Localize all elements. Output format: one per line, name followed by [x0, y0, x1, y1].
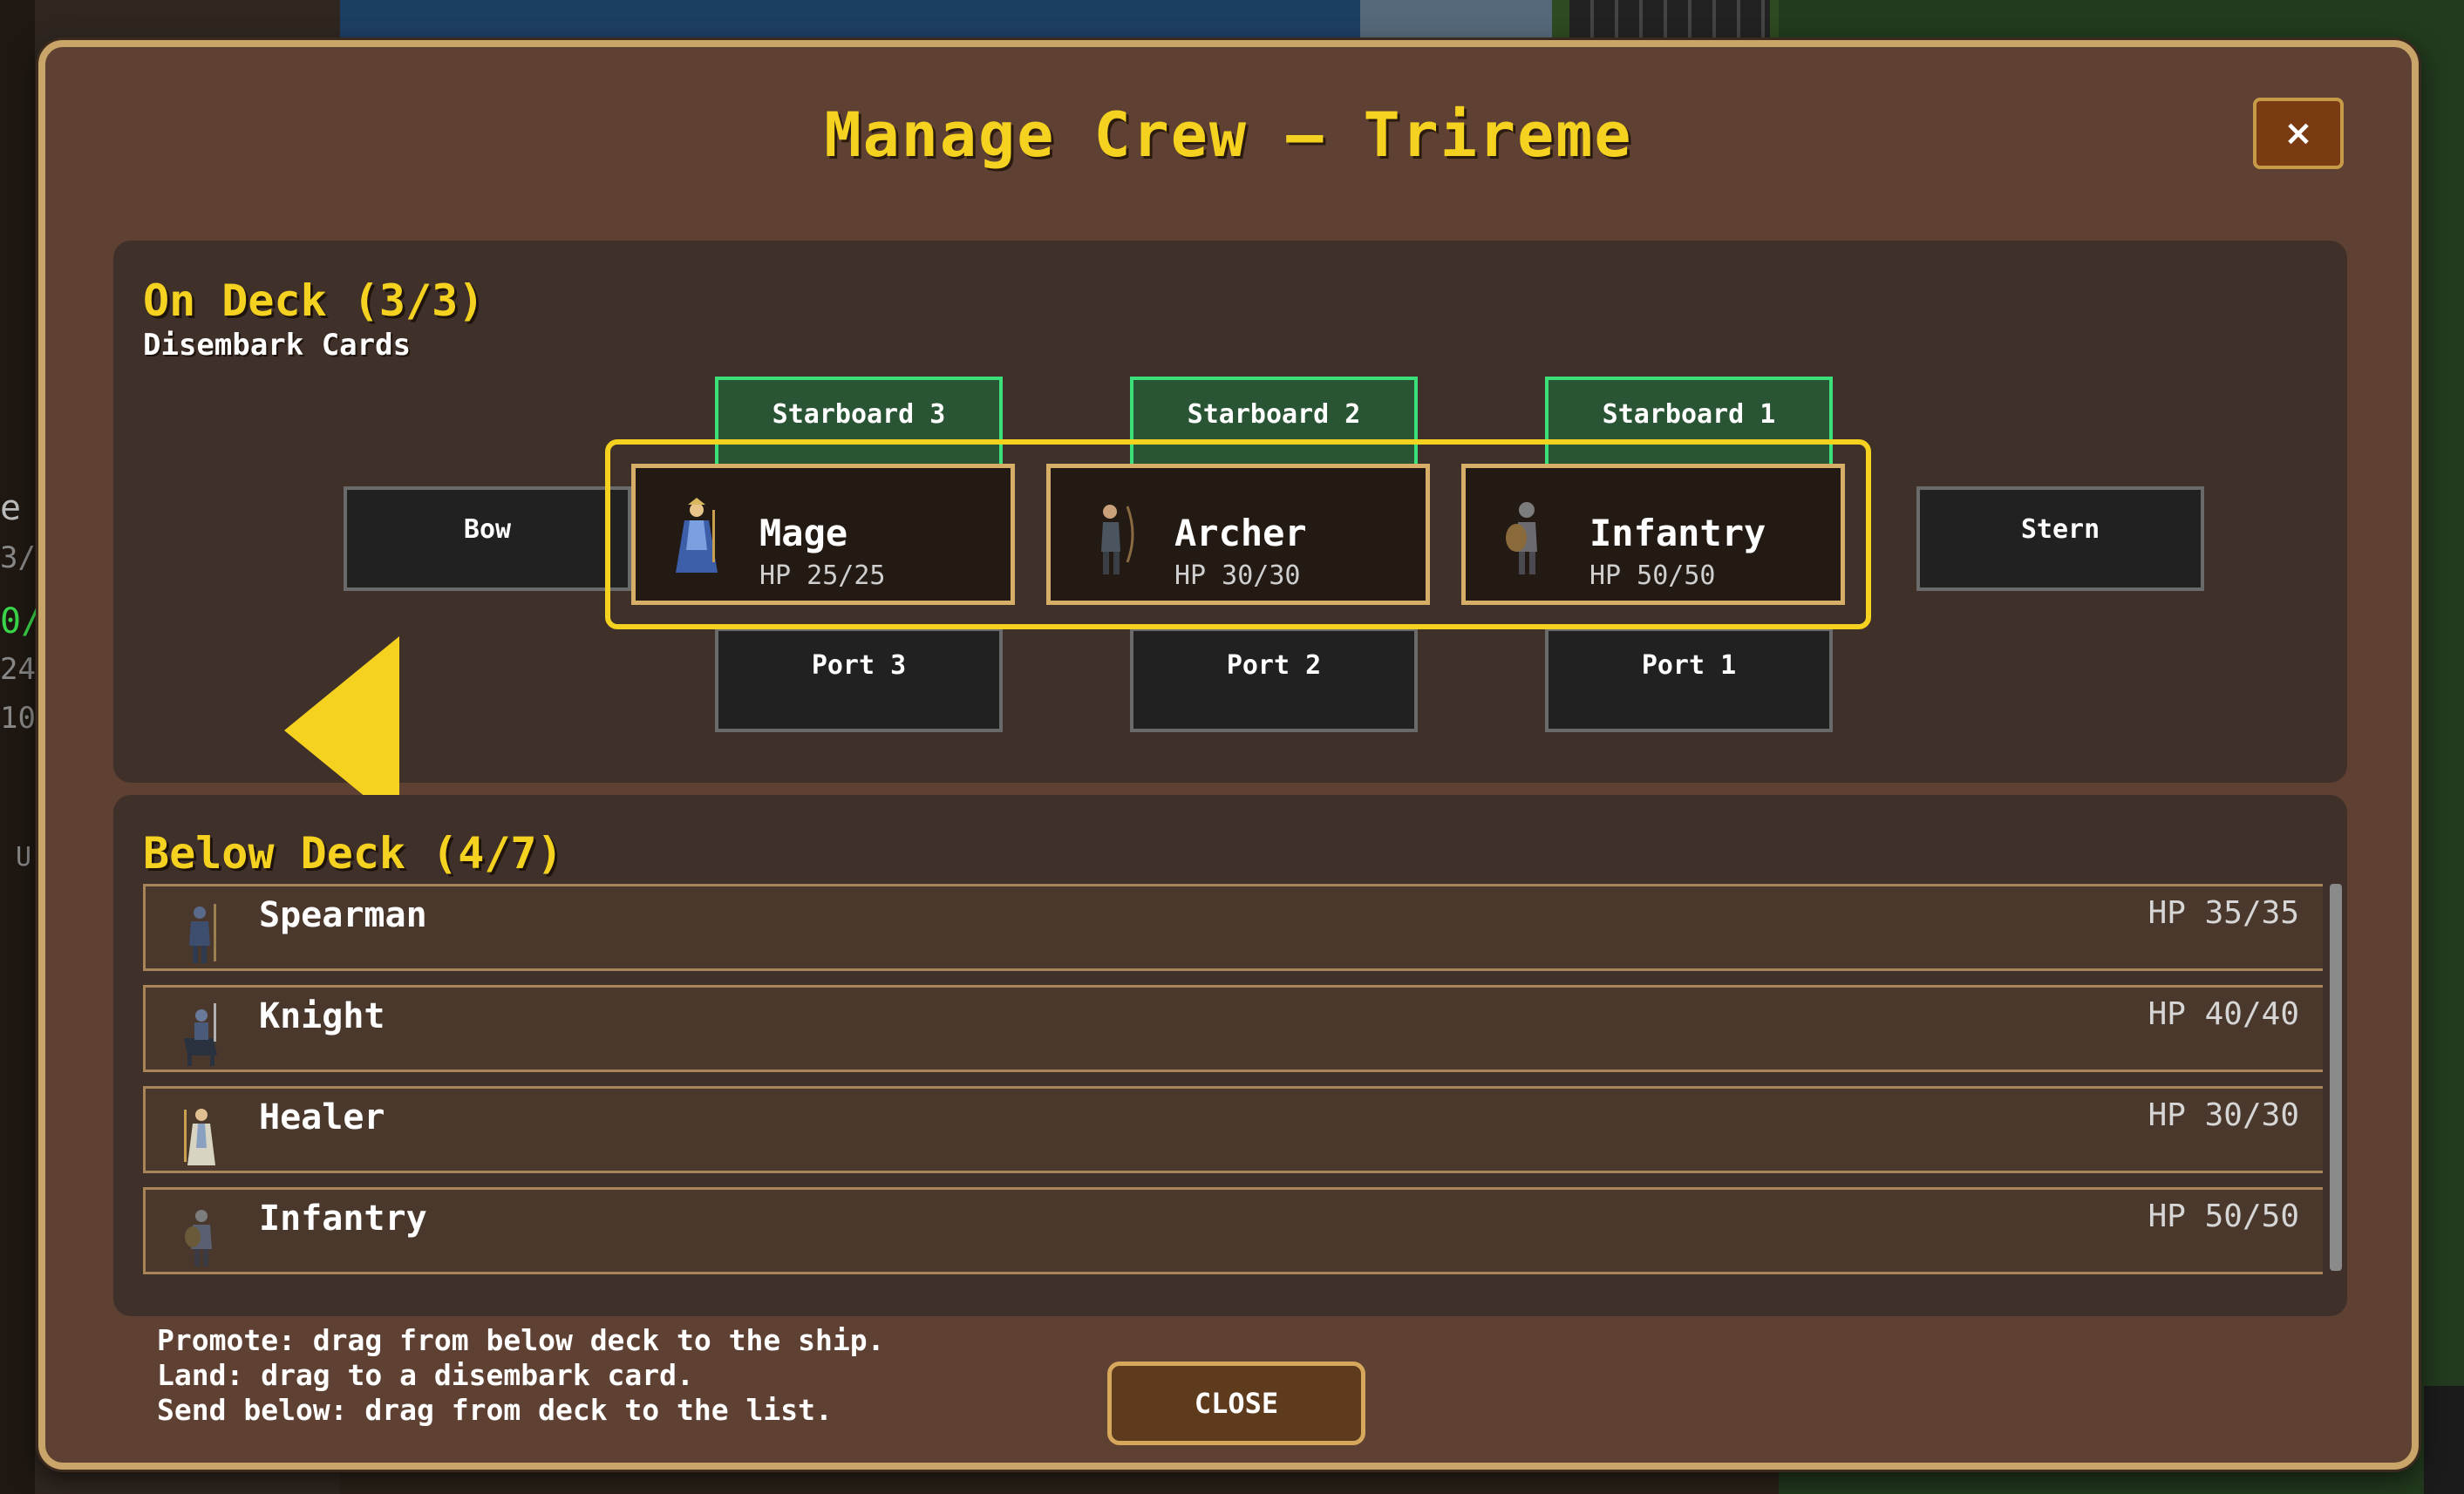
- side-panel-text: 0/: [0, 601, 43, 642]
- side-panel-text: 24: [0, 652, 36, 687]
- slot-label: Port 3: [811, 650, 907, 681]
- deck-unit-card-archer[interactable]: Archer HP 30/30: [1046, 464, 1430, 605]
- infantry-icon: [185, 1210, 212, 1267]
- slot-port-2[interactable]: Port 2: [1130, 628, 1418, 732]
- side-panel-text: U: [16, 842, 32, 873]
- side-panel-edge: [0, 0, 35, 1494]
- slot-stern[interactable]: Stern: [1916, 486, 2204, 591]
- close-button-label: CLOSE: [1194, 1387, 1279, 1420]
- slot-label: Port 1: [1641, 650, 1737, 681]
- slot-label: Port 2: [1226, 650, 1322, 681]
- unit-name: Healer: [259, 1097, 385, 1137]
- close-icon: ×: [2284, 113, 2313, 153]
- slot-label: Starboard 2: [1187, 399, 1361, 430]
- unit-name: Spearman: [259, 895, 427, 935]
- knight-icon: [184, 1003, 217, 1066]
- unit-hp: HP 40/40: [2147, 996, 2299, 1032]
- side-panel-text: 3/: [0, 540, 36, 575]
- slot-label: Bow: [463, 514, 512, 545]
- modal-title: Manage Crew — Trireme: [824, 99, 1633, 171]
- side-panel-text: e: [0, 488, 22, 528]
- unit-hp: HP 25/25: [759, 560, 886, 591]
- healer-icon: [184, 1109, 215, 1165]
- below-deck-list[interactable]: Spearman HP 35/35 Knight HP 40/40 Healer…: [143, 884, 2323, 1313]
- list-item[interactable]: Spearman HP 35/35: [143, 884, 2323, 971]
- help-line-land: Land: drag to a disembark card.: [157, 1358, 694, 1392]
- help-line-send-below: Send below: drag from deck to the list.: [157, 1393, 833, 1427]
- list-item[interactable]: Infantry HP 50/50: [143, 1187, 2323, 1274]
- on-deck-title: On Deck (3/3): [143, 275, 485, 326]
- list-item[interactable]: Healer HP 30/30: [143, 1086, 2323, 1173]
- list-scrollbar[interactable]: [2330, 884, 2342, 1271]
- unit-hp: HP 30/30: [1174, 560, 1301, 591]
- unit-name: Archer: [1174, 512, 1307, 554]
- unit-hp: HP 50/50: [1589, 560, 1716, 591]
- right-panel-fragment: [2424, 1386, 2464, 1494]
- unit-hp: HP 30/30: [2147, 1097, 2299, 1133]
- spearman-icon: [189, 904, 216, 963]
- unit-hp: HP 50/50: [2147, 1199, 2299, 1234]
- slot-port-3[interactable]: Port 3: [715, 628, 1003, 732]
- deck-unit-card-infantry[interactable]: Infantry HP 50/50: [1461, 464, 1845, 605]
- deck-unit-card-mage[interactable]: Mage HP 25/25: [631, 464, 1015, 605]
- below-deck-title: Below Deck (4/7): [143, 828, 563, 879]
- unit-hp: HP 35/35: [2147, 895, 2299, 931]
- help-line-promote: Promote: drag from below deck to the shi…: [157, 1323, 885, 1357]
- slot-label: Stern: [2020, 514, 2100, 545]
- slot-bow[interactable]: Bow: [344, 486, 631, 591]
- list-item[interactable]: Knight HP 40/40: [143, 985, 2323, 1072]
- disembark-cards-label: Disembark Cards: [143, 328, 412, 363]
- unit-name: Infantry: [259, 1199, 427, 1239]
- mage-icon: [676, 498, 718, 573]
- unit-name: Knight: [259, 996, 385, 1036]
- slot-label: Starboard 1: [1602, 399, 1776, 430]
- help-text: Promote: drag from below deck to the shi…: [157, 1323, 884, 1428]
- slot-port-1[interactable]: Port 1: [1545, 628, 1833, 732]
- close-x-button[interactable]: ×: [2253, 98, 2344, 169]
- infantry-icon: [1506, 502, 1537, 574]
- archer-icon: [1101, 505, 1134, 574]
- manage-crew-modal: Manage Crew — Trireme × On Deck (3/3) Di…: [38, 40, 2419, 1470]
- deck-frame: Mage HP 25/25 Archer HP 30/30 Infantry H…: [605, 439, 1871, 629]
- side-panel-text: 10: [0, 701, 36, 736]
- close-button[interactable]: CLOSE: [1107, 1362, 1365, 1445]
- unit-name: Infantry: [1589, 512, 1766, 554]
- unit-name: Mage: [759, 512, 848, 554]
- slot-label: Starboard 3: [772, 399, 946, 430]
